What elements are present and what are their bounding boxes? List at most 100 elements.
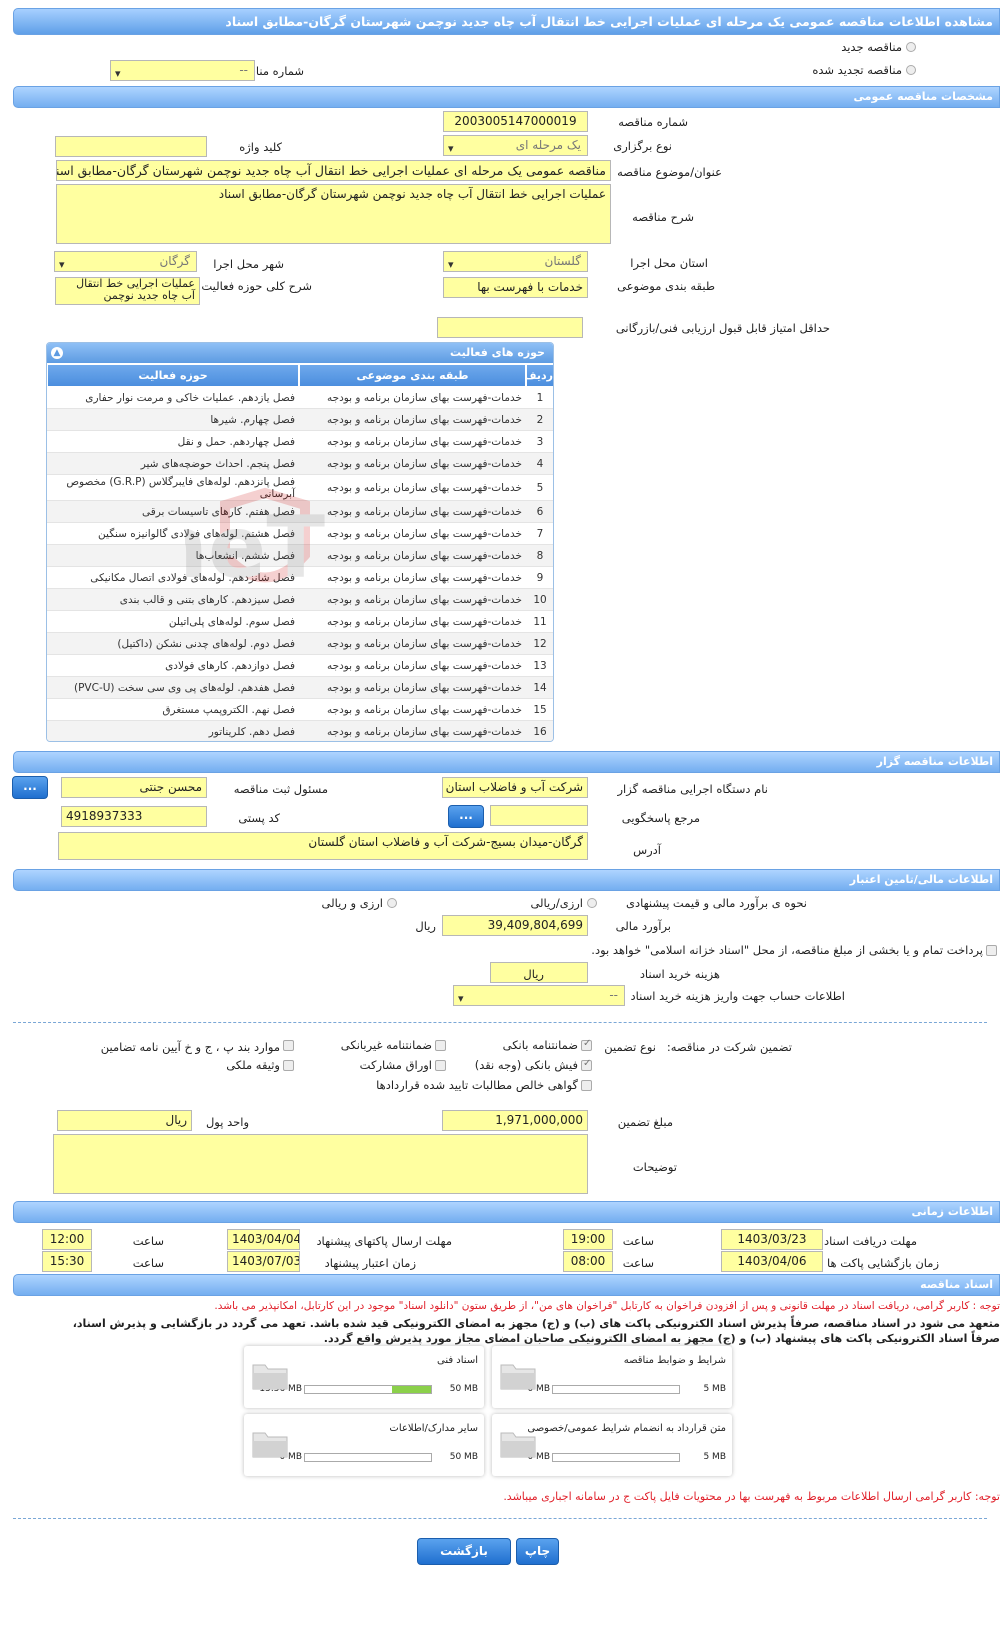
account-select[interactable]: -- ▾ — [453, 985, 625, 1006]
general-header: مشخصات مناقصه عمومی — [13, 86, 1000, 108]
description-field: عملیات اجرایی خط انتقال آب چاه جدید نوچم… — [56, 184, 611, 244]
table-row: 1 خدمات-فهرست بهای سازمان برنامه و بودجه ف… — [47, 387, 553, 409]
row-category: خدمات-فهرست بهای سازمان برنامه و بودجه — [326, 681, 522, 694]
row-category: خدمات-فهرست بهای سازمان برنامه و بودجه — [326, 659, 522, 672]
col-activity: حوزه فعالیت — [47, 365, 298, 386]
row-activity: فصل یازدهم. عملیات خاکی و مرمت نوار حفار… — [85, 391, 295, 404]
guarantee-type-label: نوع تضمین — [604, 1040, 656, 1054]
folder-icon — [252, 1364, 288, 1390]
keyword-field[interactable] — [55, 136, 207, 157]
row-activity: فصل هفدهم. لوله‌های پی وی سی سخت (PVC-U) — [73, 681, 295, 694]
collapse-icon[interactable]: ▲ — [51, 347, 63, 359]
prev-number-select[interactable]: -- ▾ — [110, 60, 255, 81]
account-label: اطلاعات حساب جهت واریز هزینه خرید اسناد — [630, 989, 845, 1003]
estimate-label: برآورد مالی — [615, 919, 671, 933]
row-category: خدمات-فهرست بهای سازمان برنامه و بودجه — [326, 413, 522, 426]
activities-title: حوزه های فعالیت — [47, 343, 553, 363]
open-label: زمان بازگشایی پاکت ها — [827, 1256, 939, 1270]
method-label: نحوه ی برآورد مالی و قیمت پیشنهادی — [625, 896, 807, 910]
resp-more-button[interactable]: ... — [12, 776, 48, 799]
file-other[interactable]: سایر مدارک/اطلاعات 50 MB 0 MB — [244, 1414, 484, 1476]
row-category: خدمات-فهرست بهای سازمان برنامه و بودجه — [326, 391, 522, 404]
row-category: خدمات-فهرست بهای سازمان برنامه و بودجه — [326, 637, 522, 650]
table-row: 14 خدمات-فهرست بهای سازمان برنامه و بودجه… — [47, 677, 553, 699]
method-opt1-label: ارزی/ریالی — [530, 896, 583, 910]
org-field: شرکت آب و فاضلاب استان — [442, 777, 588, 798]
row-number: 15 — [533, 703, 547, 716]
new-tender-radio[interactable] — [906, 42, 916, 52]
chevron-down-icon: ▾ — [115, 67, 121, 80]
row-activity: فصل نهم. الکتروپمپ مستغرق — [162, 703, 295, 716]
postal-field: 4918937333 — [61, 806, 207, 827]
row-number: 3 — [536, 435, 544, 448]
send-date: 1403/04/04 — [227, 1229, 300, 1250]
subject-label: عنوان/موضوع مناقصه — [617, 165, 722, 179]
row-category: خدمات-فهرست بهای سازمان برنامه و بودجه — [326, 435, 522, 448]
row-number: 11 — [533, 615, 547, 628]
file-progress — [304, 1385, 432, 1394]
table-row: 16 خدمات-فهرست بهای سازمان برنامه و بودجه… — [47, 721, 553, 741]
guarantee-bank-checkbox[interactable] — [581, 1038, 592, 1051]
notes-field — [53, 1134, 588, 1194]
organizer-header: اطلاعات مناقصه گزار — [13, 751, 1000, 773]
divider — [13, 1022, 987, 1023]
method-opt2-radio[interactable] — [387, 898, 397, 908]
file-name: شرایط و ضوابط مناقصه — [623, 1355, 726, 1366]
row-activity: فصل دوازدهم. کارهای فولادی — [165, 659, 295, 672]
guarantee-claims-label: گواهی خالص مطالبات تایید شده قراردادها — [376, 1078, 578, 1092]
docs-note2: توجه: کاربر گرامی ارسال اطلاعات مربوط به… — [503, 1490, 1000, 1503]
file-technical[interactable]: اسناد فنی 50 MB 15.56 MB — [244, 1346, 484, 1408]
category-field: خدمات با فهرست بها — [443, 277, 588, 298]
holding-type-select[interactable]: یک مرحله ای ▾ — [443, 135, 588, 156]
address-field: گرگان-میدان بسیج-شرکت آب و فاضلاب استان … — [58, 832, 588, 860]
col-category: طبقه بندی موضوعی — [299, 365, 525, 386]
doc-cost-label: هزینه خرید اسناد — [639, 967, 720, 981]
folder-icon — [500, 1432, 536, 1458]
print-button[interactable]: چاپ — [516, 1538, 559, 1565]
guarantee-bonds-checkbox[interactable] — [435, 1060, 446, 1071]
file-contract[interactable]: متن قرارداد به انضمام شرایط عمومی/خصوصی … — [492, 1414, 732, 1476]
table-row: 12 خدمات-فهرست بهای سازمان برنامه و بودجه… — [47, 633, 553, 655]
method-opt1-radio[interactable] — [587, 898, 597, 908]
province-select[interactable]: گلستان ▾ — [443, 251, 588, 272]
row-category: خدمات-فهرست بهای سازمان برنامه و بودجه — [326, 725, 522, 738]
guarantee-nonbank-checkbox[interactable] — [435, 1040, 446, 1051]
guarantee-cash-checkbox[interactable] — [581, 1058, 592, 1071]
row-category: خدمات-فهرست بهای سازمان برنامه و بودجه — [326, 703, 522, 716]
table-row: 4 خدمات-فهرست بهای سازمان برنامه و بودجه ف… — [47, 453, 553, 475]
guarantee-property-checkbox[interactable] — [283, 1060, 294, 1071]
activity-field[interactable]: عملیات اجرایی خط انتقال آب چاه جدید نوچم… — [55, 277, 200, 305]
guarantee-clause-checkbox[interactable] — [283, 1040, 294, 1051]
table-row: 13 خدمات-فهرست بهای سازمان برنامه و بودجه… — [47, 655, 553, 677]
renewed-tender-radio[interactable] — [906, 65, 916, 75]
file-max: 50 MB — [449, 1452, 478, 1462]
guarantee-claims-checkbox[interactable] — [581, 1080, 592, 1091]
treasury-checkbox[interactable] — [986, 945, 997, 956]
commit-line1: متعهد می شود در اسناد مناقصه، صرفاً پذیر… — [72, 1317, 1000, 1330]
back-button[interactable]: بازگشت — [417, 1538, 511, 1565]
row-activity: فصل پنجم. احداث حوضچه‌های شیر — [140, 457, 295, 470]
ref-more-button[interactable]: ... — [448, 805, 484, 828]
time-label: ساعت — [132, 1256, 164, 1270]
description-label: شرح مناقصه — [632, 210, 694, 224]
chevron-down-icon: ▾ — [448, 142, 454, 155]
file-progress — [304, 1453, 432, 1462]
folder-icon — [500, 1364, 536, 1390]
resp-label: مسئول ثبت مناقصه — [233, 782, 328, 796]
send-label: مهلت ارسال پاکتهای پیشنهاد — [316, 1234, 452, 1248]
divider — [13, 1518, 987, 1519]
amount-field: 1,971,000,000 — [442, 1110, 588, 1131]
watermark-logo: AriaTender.neT — [185, 487, 325, 598]
province-label: استان محل اجرا — [630, 256, 708, 270]
activity-label: شرح کلی حوزه فعالیت — [201, 279, 312, 293]
guarantee-bonds-label: اوراق مشارکت — [359, 1058, 432, 1072]
doc-cost-unit: ریال — [523, 967, 544, 981]
city-select[interactable]: گرگان ▾ — [54, 251, 197, 272]
chevron-down-icon: ▾ — [458, 992, 464, 1005]
postal-label: کد پستی — [238, 811, 280, 825]
doc-receive-time: 19:00 — [563, 1229, 613, 1250]
file-conditions[interactable]: شرایط و ضوابط مناقصه 5 MB 0 MB — [492, 1346, 732, 1408]
col-row: ردیف — [524, 365, 553, 386]
estimate-unit: ریال — [415, 919, 436, 933]
file-name: سایر مدارک/اطلاعات — [389, 1423, 478, 1434]
